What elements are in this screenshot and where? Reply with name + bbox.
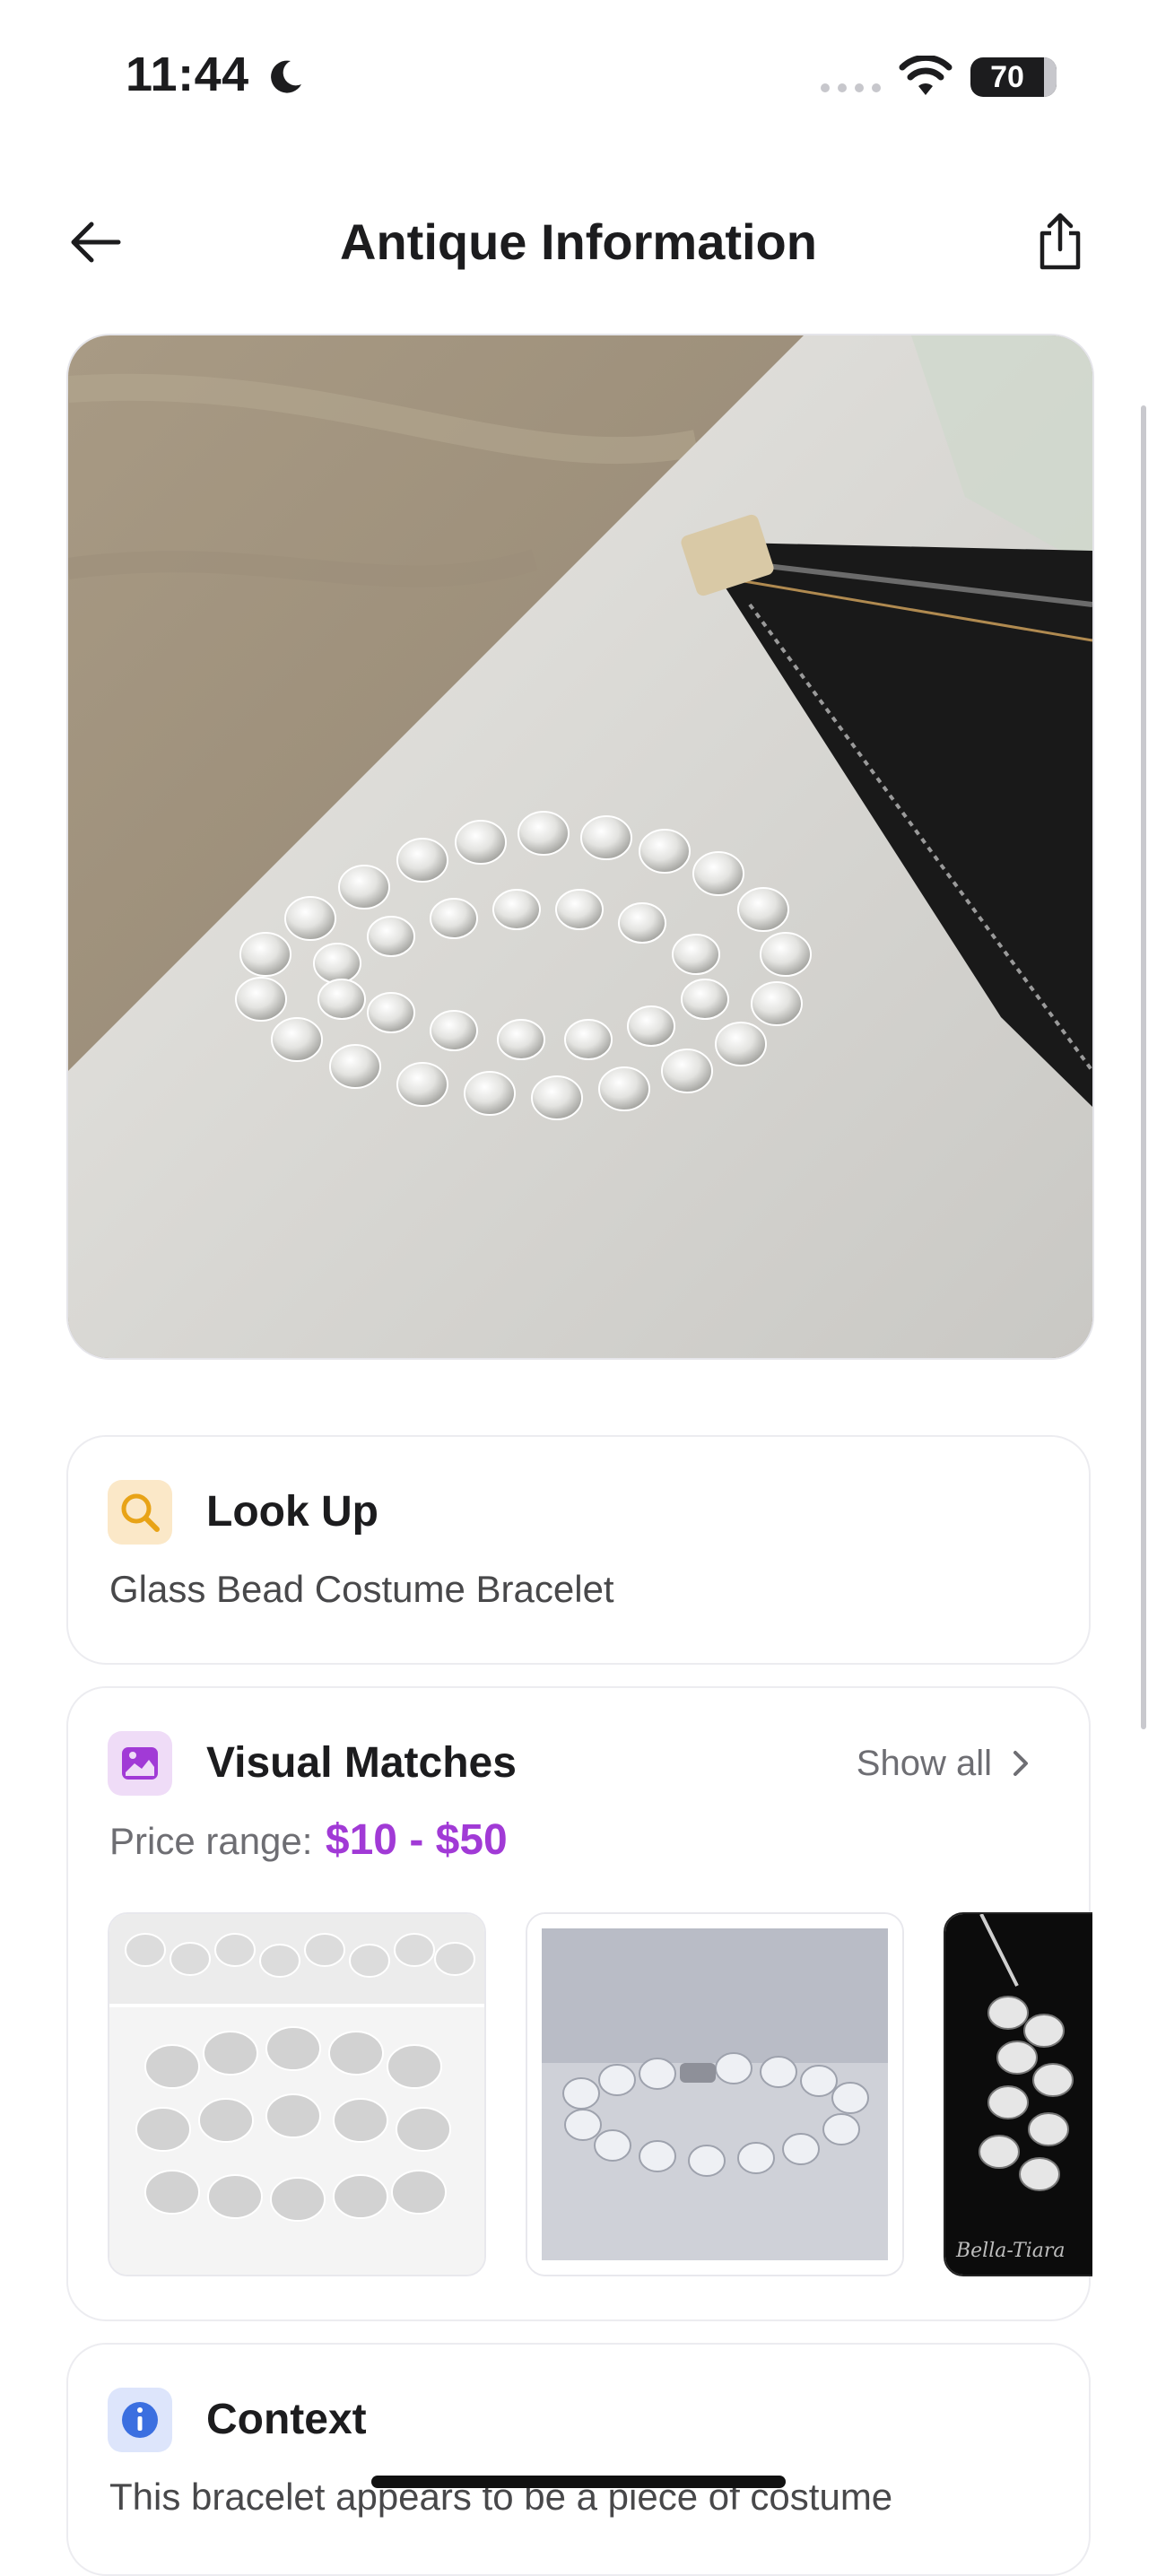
- match-image: Bella-Tiara: [945, 1914, 1092, 2275]
- image-icon: [108, 1731, 172, 1796]
- search-icon: [108, 1480, 172, 1545]
- status-bar: 11:44 70: [0, 0, 1157, 152]
- bracelet-photo-illustration: [68, 335, 1092, 1358]
- price-range-value: $10 - $50: [325, 1816, 508, 1864]
- match-thumbnail[interactable]: [108, 1912, 486, 2276]
- match-image: [527, 1914, 902, 2275]
- home-indicator[interactable]: [371, 2476, 786, 2488]
- scroll-indicator[interactable]: [1141, 405, 1146, 1729]
- moon-icon: [271, 60, 301, 93]
- context-card: Context This bracelet appears to be a pi…: [66, 2343, 1091, 2576]
- chevron-right-icon: [1013, 1751, 1028, 1776]
- lookup-card: Look Up Glass Bead Costume Bracelet: [66, 1435, 1091, 1665]
- match-watermark: Bella-Tiara: [955, 2240, 1065, 2262]
- wifi-icon: [899, 56, 953, 95]
- battery-level: 70: [990, 60, 1024, 94]
- visual-matches-title: Visual Matches: [206, 1739, 517, 1787]
- price-range: Price range: $10 - $50: [109, 1814, 508, 1877]
- show-all-button[interactable]: Show all: [857, 1736, 1030, 1790]
- price-range-label: Price range:: [109, 1820, 313, 1862]
- visual-matches-card: Visual Matches Show all Price range: $10…: [66, 1686, 1092, 2321]
- visual-matches-carousel[interactable]: Bella-Tiara: [108, 1912, 1092, 2280]
- page-title: Antique Information: [340, 213, 817, 270]
- match-image: [109, 1914, 484, 2275]
- share-icon: [1040, 213, 1081, 270]
- battery-cap: [1051, 68, 1057, 86]
- cellular-signal-icon: [821, 83, 881, 92]
- show-all-label: Show all: [856, 1744, 992, 1783]
- battery-icon: 70: [970, 57, 1057, 97]
- antique-photo[interactable]: [66, 334, 1094, 1360]
- status-time: 11:44: [126, 48, 249, 101]
- share-button[interactable]: [1022, 205, 1098, 280]
- context-title: Context: [206, 2396, 367, 2443]
- lookup-title: Look Up: [206, 1488, 378, 1536]
- match-thumbnail[interactable]: [526, 1912, 904, 2276]
- lookup-value: Glass Bead Costume Bracelet: [109, 1568, 614, 1610]
- info-icon: [108, 2388, 172, 2452]
- match-thumbnail[interactable]: Bella-Tiara: [944, 1912, 1092, 2276]
